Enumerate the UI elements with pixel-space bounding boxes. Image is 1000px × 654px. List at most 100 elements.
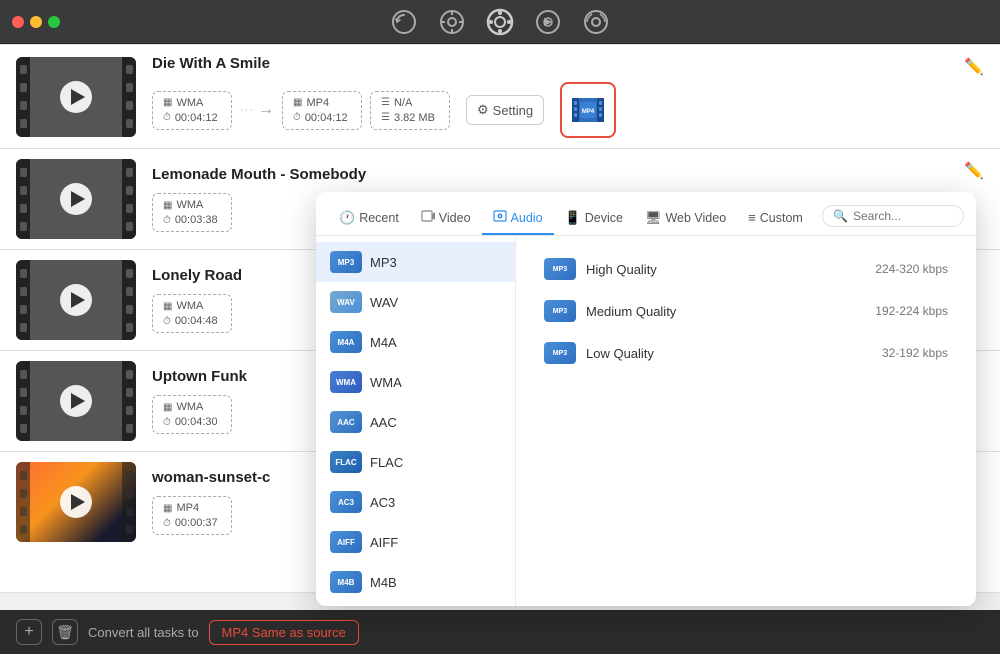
duration-icon-3: ⏱ (163, 316, 171, 327)
duration-icon-5: ⏱ (163, 518, 171, 529)
badge-wav: WAV (330, 291, 362, 313)
format-ac3[interactable]: AC3 AC3 (316, 482, 515, 522)
na-icon-1: ☰ (381, 97, 390, 108)
tab-webvideo[interactable]: 🖥 Web Video (634, 203, 737, 235)
play-button-3[interactable] (60, 284, 92, 316)
format-picker: 🕐 Recent Video Audio 📱 Device 🖥 (316, 192, 976, 606)
tab-device[interactable]: 📱 Device (554, 203, 634, 235)
thumbnail-1[interactable] (16, 57, 136, 137)
quality-high-label: High Quality (586, 262, 865, 277)
setting-button-1[interactable]: ⚙ Setting (466, 95, 544, 125)
format-wav[interactable]: WAV WAV (316, 282, 515, 322)
file-info-1: Die With A Smile ▦ WMA ⏱ 00:04:12 ··· → (136, 55, 984, 138)
file-title-1: Die With A Smile (152, 55, 968, 72)
duration-icon-2: ⏱ (163, 215, 171, 226)
input-meta-2: ▦ WMA ⏱ 00:03:38 (152, 193, 232, 232)
thumbnail-4[interactable] (16, 361, 136, 441)
picker-search[interactable]: 🔍 (822, 205, 964, 227)
badge-ac3: AC3 (330, 491, 362, 513)
add-button[interactable]: + (16, 619, 42, 645)
output-size-meta-1: ☰ N/A ☰ 3.82 MB (370, 91, 450, 130)
output-duration-1: 00:04:12 (305, 112, 348, 124)
format-flac[interactable]: FLAC FLAC (316, 442, 515, 482)
play-button-2[interactable] (60, 183, 92, 215)
quality-high[interactable]: MP3 High Quality 224-320 kbps (532, 248, 960, 290)
convert-label: Convert all tasks to (88, 625, 199, 640)
title-bar-icons (390, 8, 610, 36)
main-content: Die With A Smile ▦ WMA ⏱ 00:04:12 ··· → (0, 44, 1000, 654)
format-m4a[interactable]: M4A M4A (316, 322, 515, 362)
input-format-3: WMA (176, 300, 203, 312)
duration-icon-4: ⏱ (163, 417, 171, 428)
quality-medium-label: Medium Quality (586, 304, 865, 319)
svg-text:MP4: MP4 (582, 109, 595, 115)
format-icon-4: ▦ (163, 402, 172, 413)
custom-tab-icon: ≡ (748, 210, 756, 225)
quality-high-badge: MP3 (544, 258, 576, 280)
input-duration-1: 00:04:12 (175, 112, 218, 124)
format-aiff[interactable]: AIFF AIFF (316, 522, 515, 562)
video-tab-icon (421, 209, 435, 226)
output-na-1: N/A (394, 97, 412, 109)
convert-icon[interactable] (486, 8, 514, 36)
badge-mp3: MP3 (330, 251, 362, 273)
thumbnail-3[interactable] (16, 260, 136, 340)
duration-icon: ⏱ (163, 112, 171, 123)
file-item-1: Die With A Smile ▦ WMA ⏱ 00:04:12 ··· → (0, 44, 1000, 149)
badge-aac: AAC (330, 411, 362, 433)
quality-low-kbps: 32-192 kbps (882, 346, 948, 360)
audio-tab-icon (493, 209, 507, 226)
device-tab-icon: 📱 (565, 210, 581, 226)
play-button-1[interactable] (60, 81, 92, 113)
play-button-4[interactable] (60, 385, 92, 417)
input-duration-5: 00:00:37 (175, 517, 218, 529)
close-button[interactable] (12, 16, 24, 28)
output-format-1: MP4 (306, 97, 329, 109)
edit-mode-icon[interactable] (438, 8, 466, 36)
quality-medium[interactable]: MP3 Medium Quality 192-224 kbps (532, 290, 960, 332)
tab-recent[interactable]: 🕐 Recent (328, 203, 410, 235)
quality-low[interactable]: MP3 Low Quality 32-192 kbps (532, 332, 960, 374)
badge-m4b: M4B (330, 571, 362, 593)
quality-low-badge: MP3 (544, 342, 576, 364)
recent-icon[interactable] (390, 8, 418, 36)
edit-icon-1[interactable]: ✏️ (964, 57, 984, 77)
badge-wma: WMA (330, 371, 362, 393)
input-meta-4: ▦ WMA ⏱ 00:04:30 (152, 395, 232, 434)
tab-video[interactable]: Video (410, 202, 482, 235)
thumbnail-2[interactable] (16, 159, 136, 239)
play-button-5[interactable] (60, 486, 92, 518)
tab-audio[interactable]: Audio (482, 202, 554, 235)
video-settings-icon[interactable] (534, 8, 562, 36)
input-format-1: WMA (176, 97, 203, 109)
input-duration-2: 00:03:38 (175, 214, 218, 226)
input-format-5: MP4 (176, 502, 199, 514)
format-aac[interactable]: AAC AAC (316, 402, 515, 442)
input-duration-3: 00:04:48 (175, 315, 218, 327)
format-m4b[interactable]: M4B M4B (316, 562, 515, 602)
disc-icon[interactable] (582, 8, 610, 36)
size-icon-1: ☰ (381, 112, 390, 123)
input-meta-1: ▦ WMA ⏱ 00:04:12 (152, 91, 232, 130)
file-meta-1: ▦ WMA ⏱ 00:04:12 ··· → ▦ MP4 (152, 82, 968, 138)
format-wma[interactable]: WMA WMA (316, 362, 515, 402)
format-icon-3: ▦ (163, 301, 172, 312)
quality-medium-kbps: 192-224 kbps (875, 304, 948, 318)
search-input[interactable] (853, 209, 953, 223)
maximize-button[interactable] (48, 16, 60, 28)
input-meta-3: ▦ WMA ⏱ 00:04:48 (152, 294, 232, 333)
format-icon-5: ▦ (163, 503, 172, 514)
quality-high-kbps: 224-320 kbps (875, 262, 948, 276)
thumbnail-5[interactable] (16, 462, 136, 542)
format-mp3[interactable]: MP3 MP3 (316, 242, 515, 282)
convert-format-button[interactable]: MP4 Same as source (209, 620, 359, 645)
output-duration-icon-1: ⏱ (293, 112, 301, 123)
delete-button[interactable]: 🗑 (52, 619, 78, 645)
tab-custom[interactable]: ≡ Custom (737, 203, 814, 234)
input-format-4: WMA (176, 401, 203, 413)
webvideo-tab-icon: 🖥 (645, 210, 662, 226)
edit-icon-2[interactable]: ✏️ (964, 161, 984, 181)
output-format-btn-1[interactable]: MP4 (560, 82, 616, 138)
traffic-lights (12, 16, 60, 28)
minimize-button[interactable] (30, 16, 42, 28)
